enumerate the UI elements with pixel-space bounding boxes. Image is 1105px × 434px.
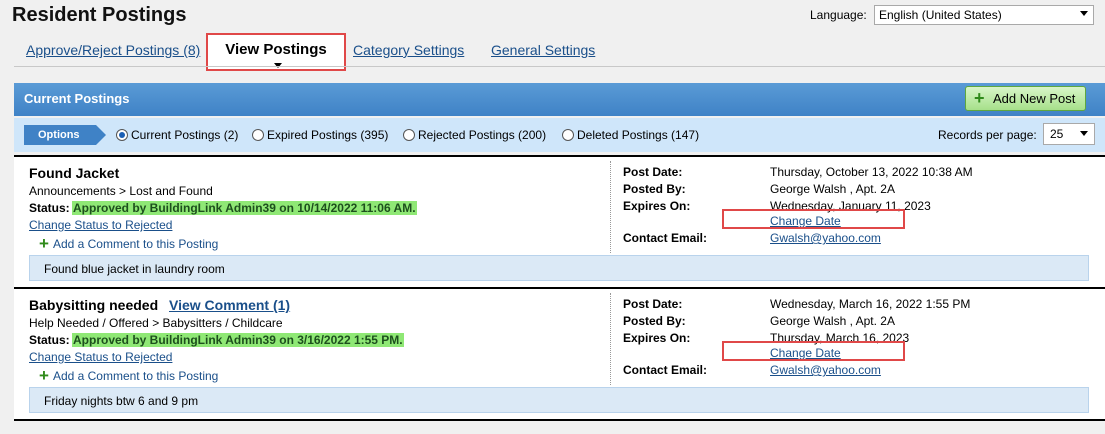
contact-email-label: Contact Email: <box>623 363 708 377</box>
contact-email-link[interactable]: Gwalsh@yahoo.com <box>770 363 881 377</box>
posting-card: Found Jacket Announcements > Lost and Fo… <box>14 155 1105 287</box>
radio-icon <box>403 129 415 141</box>
expires-on-label: Expires On: <box>623 331 691 345</box>
status-badge: Approved by BuildingLink Admin39 on 3/16… <box>72 333 404 347</box>
posted-by-value: George Walsh , Apt. 2A <box>770 314 895 328</box>
tab-divider <box>14 66 1105 67</box>
expires-on-label: Expires On: <box>623 199 691 213</box>
filter-label: Expired Postings (395) <box>267 128 389 142</box>
add-comment-link[interactable]: + Add a Comment to this Posting <box>39 234 218 254</box>
posting-description: Found blue jacket in laundry room <box>29 255 1089 281</box>
posting-title: Found Jacket <box>29 165 120 181</box>
highlight-box <box>722 341 905 361</box>
list-bottom-divider <box>14 419 1105 421</box>
add-new-post-button[interactable]: + Add New Post <box>965 86 1086 111</box>
language-select[interactable]: English (United States) <box>874 5 1094 25</box>
add-comment-label: Add a Comment to this Posting <box>52 237 219 251</box>
filter-current-postings[interactable]: Current Postings (2) <box>116 128 238 142</box>
filter-label: Rejected Postings (200) <box>418 128 547 142</box>
options-tag: Options <box>24 125 106 145</box>
column-divider <box>610 293 611 385</box>
current-postings-header: Current Postings + Add New Post <box>14 83 1105 116</box>
plus-icon: + <box>39 366 49 385</box>
language-select-value: English (United States) <box>879 8 1002 22</box>
tab-category-settings[interactable]: Category Settings <box>353 42 464 58</box>
column-divider <box>610 161 611 253</box>
radio-icon <box>252 129 264 141</box>
options-bar: Options Current Postings (2) Expired Pos… <box>14 118 1105 152</box>
view-comment-link[interactable]: View Comment (1) <box>169 297 290 313</box>
filter-deleted-postings[interactable]: Deleted Postings (147) <box>562 128 699 142</box>
plus-icon: + <box>39 234 49 253</box>
post-date-label: Post Date: <box>623 297 683 311</box>
posting-category: Announcements > Lost and Found <box>29 184 213 198</box>
status-label: Status: <box>29 201 70 215</box>
post-date-value: Wednesday, March 16, 2022 1:55 PM <box>770 297 971 311</box>
status-label: Status: <box>29 333 70 347</box>
change-status-link[interactable]: Change Status to Rejected <box>29 350 172 364</box>
filter-label: Current Postings (2) <box>131 128 239 142</box>
chevron-down-icon <box>1080 11 1088 16</box>
tab-general-settings[interactable]: General Settings <box>491 42 595 58</box>
records-per-page-label: Records per page: <box>938 128 1037 142</box>
radio-icon <box>562 129 574 141</box>
filter-label: Deleted Postings (147) <box>577 128 700 142</box>
posting-category: Help Needed / Offered > Babysitters / Ch… <box>29 316 283 330</box>
language-label: Language: <box>810 8 867 22</box>
status-badge: Approved by BuildingLink Admin39 on 10/1… <box>72 201 417 215</box>
tab-view-postings-label: View Postings <box>225 41 327 58</box>
plus-icon: + <box>974 88 985 108</box>
filter-rejected-postings[interactable]: Rejected Postings (200) <box>403 128 546 142</box>
radio-selected-icon <box>116 129 128 141</box>
page-title: Resident Postings <box>12 4 187 26</box>
records-per-page-select[interactable]: 25 <box>1043 123 1095 145</box>
posting-card: Babysitting needed View Comment (1) Help… <box>14 287 1105 419</box>
posted-by-label: Posted By: <box>623 314 686 328</box>
contact-email-link[interactable]: Gwalsh@yahoo.com <box>770 231 881 245</box>
add-comment-link[interactable]: + Add a Comment to this Posting <box>39 366 218 386</box>
post-date-label: Post Date: <box>623 165 683 179</box>
posting-description: Friday nights btw 6 and 9 pm <box>29 387 1089 413</box>
post-date-value: Thursday, October 13, 2022 10:38 AM <box>770 165 973 179</box>
chevron-down-icon <box>1080 131 1088 136</box>
records-per-page-value: 25 <box>1050 127 1064 141</box>
filter-expired-postings[interactable]: Expired Postings (395) <box>252 128 388 142</box>
posted-by-label: Posted By: <box>623 182 686 196</box>
section-title: Current Postings <box>24 91 130 106</box>
change-status-link[interactable]: Change Status to Rejected <box>29 218 172 232</box>
posted-by-value: George Walsh , Apt. 2A <box>770 182 895 196</box>
contact-email-label: Contact Email: <box>623 231 708 245</box>
posting-title: Babysitting needed <box>29 297 159 313</box>
add-comment-label: Add a Comment to this Posting <box>52 369 219 383</box>
highlight-box <box>722 209 905 229</box>
tab-approve-reject[interactable]: Approve/Reject Postings (8) <box>26 42 200 58</box>
add-new-post-label: Add New Post <box>993 91 1076 106</box>
